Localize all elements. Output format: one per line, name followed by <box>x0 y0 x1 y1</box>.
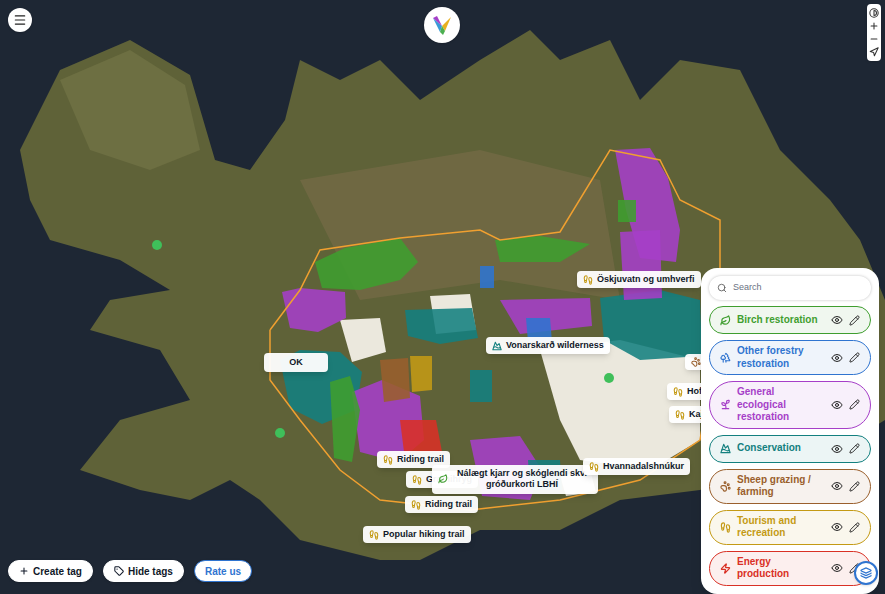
edit-icon[interactable] <box>849 481 860 492</box>
category-icon <box>720 563 731 574</box>
category-label: Energy production <box>737 556 825 581</box>
zoom-out-icon[interactable] <box>869 34 879 44</box>
visibility-icon[interactable] <box>831 352 843 364</box>
category-icon <box>720 399 731 410</box>
tag-region[interactable] <box>470 370 492 402</box>
category-label: Conservation <box>737 442 825 455</box>
map-tag[interactable]: OK <box>264 353 328 372</box>
edit-icon[interactable] <box>849 399 860 410</box>
tag-category-icon <box>438 474 448 484</box>
tag-region[interactable] <box>495 236 590 262</box>
toolbar-button[interactable]: Rate us <box>194 560 252 582</box>
compass-icon[interactable] <box>869 47 879 57</box>
tag-region[interactable] <box>380 358 410 402</box>
zoom-in-icon[interactable] <box>869 21 879 31</box>
category-icon <box>720 481 731 492</box>
button-icon <box>114 566 124 576</box>
category-icon <box>720 443 731 454</box>
legend-category[interactable]: Tourism and recreation <box>709 510 871 545</box>
map-tag-label: Riding trail <box>397 454 444 465</box>
map-tag[interactable]: Öskjuvatn og umhverfi <box>577 271 701 288</box>
visibility-icon[interactable] <box>831 443 843 455</box>
visibility-icon[interactable] <box>831 314 843 326</box>
tag-category-icon <box>411 500 421 510</box>
tag-region[interactable] <box>400 420 442 452</box>
map-tag[interactable]: Vonarskarð wilderness <box>486 337 610 354</box>
tag-category-icon <box>383 455 393 465</box>
logo[interactable] <box>424 7 460 43</box>
map-tag-label: Nálægt kjarr og skóglendi skv. gróðurkor… <box>452 468 592 491</box>
legend-category[interactable]: Birch restoration <box>709 306 871 334</box>
edit-icon[interactable] <box>849 352 860 363</box>
category-label: General ecological restoration <box>737 386 825 424</box>
map-tag-label: Öskjuvatn og umhverfi <box>597 274 695 285</box>
category-icon <box>720 522 731 533</box>
category-icon <box>720 352 731 363</box>
map-tag[interactable]: Hvannadalshnúkur <box>583 458 690 475</box>
tag-category-icon <box>691 357 701 367</box>
map-tag-label: Vonarskarð wilderness <box>506 340 604 351</box>
category-label: Sheep grazing / farming <box>737 474 825 499</box>
category-icon <box>720 315 731 326</box>
button-icon <box>19 566 29 576</box>
tag-region[interactable] <box>410 356 432 392</box>
visibility-icon[interactable] <box>831 399 843 411</box>
legend-category[interactable]: Conservation <box>709 435 871 463</box>
edit-icon[interactable] <box>849 443 860 454</box>
toolbar-button[interactable]: Create tag <box>8 560 93 582</box>
map-tag-label: Riding trail <box>425 499 472 510</box>
tag-region[interactable] <box>405 308 478 344</box>
category-label: Other forestry restoration <box>737 345 825 370</box>
visibility-icon[interactable] <box>831 562 843 574</box>
app: Öskjuvatn og umhverfi Vonarskarð wilderne… <box>0 0 885 594</box>
edit-icon[interactable] <box>849 315 860 326</box>
menu-icon <box>13 13 27 27</box>
bottom-toolbar: Create tag Hide tags Rate us <box>8 560 252 582</box>
search-icon <box>717 283 727 293</box>
bird-logo-icon <box>431 14 453 36</box>
tag-region[interactable] <box>620 230 662 300</box>
tag-region[interactable] <box>330 376 360 462</box>
legend-category[interactable]: Other forestry restoration <box>709 340 871 375</box>
tag-region[interactable] <box>480 266 494 288</box>
map-tag[interactable]: Nálægt kjarr og skóglendi skv. gróðurkor… <box>432 465 598 494</box>
legend-category[interactable]: Sheep grazing / farming <box>709 469 871 504</box>
tag-region[interactable] <box>282 288 346 332</box>
legend-panel: Search Birch restoration Other forestry re… <box>701 268 879 594</box>
category-label: Birch restoration <box>737 314 825 327</box>
search-field[interactable]: Search <box>709 276 871 300</box>
search-placeholder: Search <box>733 281 762 295</box>
tag-category-icon <box>589 462 599 472</box>
tag-category-icon <box>673 387 683 397</box>
tag-category-icon <box>675 410 685 420</box>
tag-category-icon <box>583 275 593 285</box>
visibility-icon[interactable] <box>831 521 843 533</box>
map-tag-label: Hvannadalshnúkur <box>603 461 684 472</box>
map-tag[interactable]: Popular hiking trail <box>363 526 471 543</box>
tag-category-icon <box>412 475 422 485</box>
menu-button[interactable] <box>8 8 32 32</box>
map-controls <box>867 4 881 61</box>
highland-boundary <box>270 150 720 510</box>
category-label: Tourism and recreation <box>737 515 825 540</box>
tag-category-icon <box>369 530 379 540</box>
legend-category[interactable]: General ecological restoration <box>709 381 871 429</box>
edit-icon[interactable] <box>849 522 860 533</box>
map-tag-label: OK <box>270 356 322 369</box>
tag-region[interactable] <box>618 200 636 222</box>
tag-region[interactable] <box>600 290 702 360</box>
contrast-icon[interactable] <box>869 8 879 18</box>
tag-category-icon <box>492 341 502 351</box>
tag-region[interactable] <box>315 238 418 290</box>
toolbar-button[interactable]: Hide tags <box>103 560 184 582</box>
legend-category[interactable]: Energy production <box>709 551 871 586</box>
map-tag-label: Popular hiking trail <box>383 529 465 540</box>
layers-button[interactable] <box>854 561 878 585</box>
map-tag[interactable]: Riding trail <box>405 496 478 513</box>
visibility-icon[interactable] <box>831 480 843 492</box>
layers-icon <box>860 567 872 579</box>
